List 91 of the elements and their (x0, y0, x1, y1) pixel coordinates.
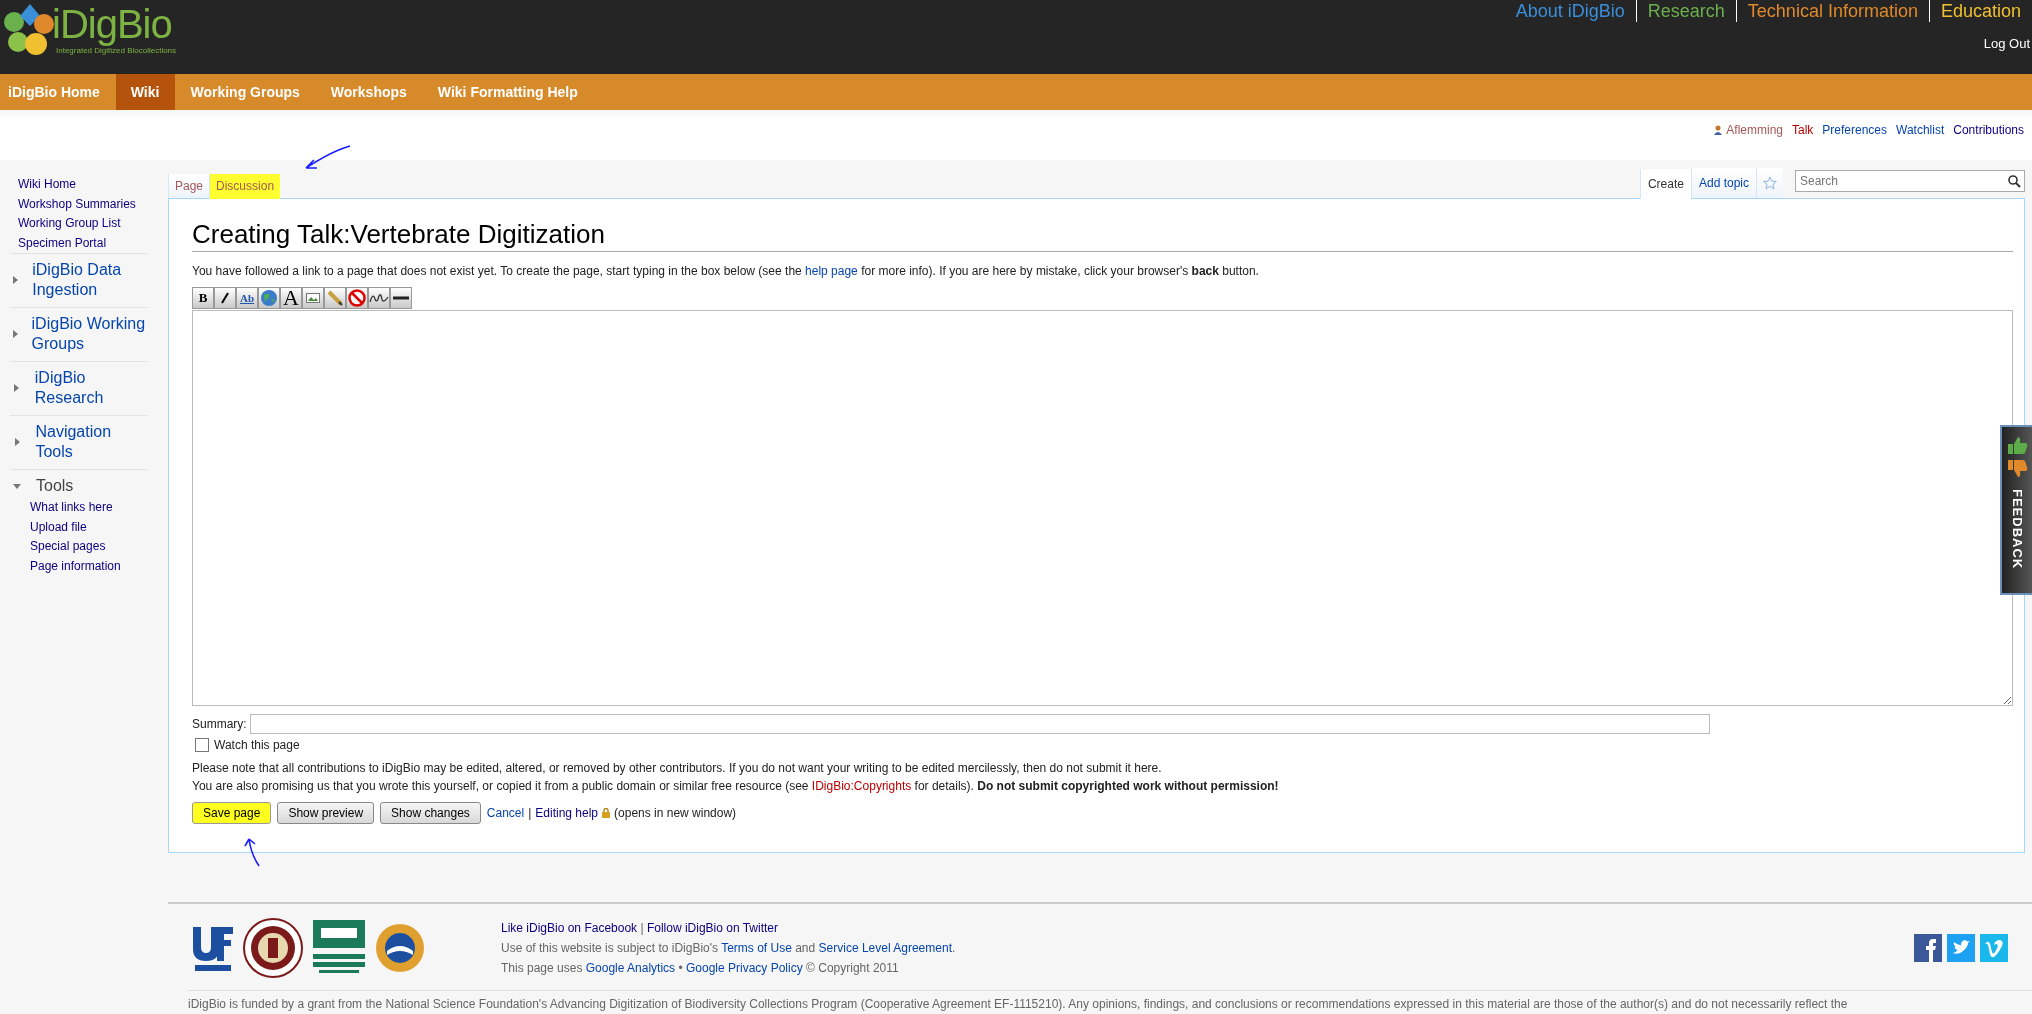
footer-text: © Copyright 2011 (805, 960, 899, 975)
portlet-toggle[interactable]: iDigBio Data Ingestion (10, 258, 148, 302)
footer-link[interactable]: Google Privacy Policy (686, 960, 803, 975)
separator: | (639, 920, 645, 935)
footer-text: and (794, 940, 817, 955)
horizontal-rule-button[interactable] (390, 287, 412, 309)
watch-label: Watch this page (214, 737, 300, 754)
top-nav-link[interactable]: Technical Information (1735, 0, 1929, 22)
italic-button[interactable] (214, 287, 236, 309)
logout-link[interactable]: Log Out (1983, 36, 2032, 51)
separator: | (528, 806, 532, 820)
footer-link[interactable]: Terms of Use (721, 940, 792, 955)
summary-label: Summary: (192, 717, 247, 731)
bold-button[interactable]: B (192, 287, 214, 309)
footer-link[interactable]: Like iDigBio on Facebook (501, 920, 638, 935)
sidebar-link[interactable]: Workshop Summaries (18, 194, 168, 214)
facebook-icon[interactable] (1914, 933, 1942, 962)
sidebar-link[interactable]: Wiki Home (18, 175, 168, 195)
top-nav-link[interactable]: Research (1635, 0, 1736, 22)
thumbs-up-icon (2006, 435, 2028, 455)
signature-button[interactable] (368, 287, 390, 309)
person-icon (1714, 125, 1723, 135)
footer-text: . (951, 940, 956, 955)
sidebar-link[interactable]: Upload file (30, 517, 148, 537)
user-link[interactable]: Contributions (1953, 123, 2024, 137)
lock-icon (602, 808, 611, 818)
external-link-button[interactable] (258, 287, 280, 309)
top-nav-link[interactable]: Education (1928, 0, 2032, 22)
pencil-icon (327, 290, 343, 306)
portlet-toggle[interactable]: Navigation Tools (10, 420, 148, 464)
sidebar-link[interactable]: Working Group List (18, 214, 168, 234)
portlet-toggle[interactable]: Tools (10, 474, 148, 498)
image-icon (306, 293, 320, 303)
signature-icon (369, 291, 389, 305)
site-logo-name[interactable]: iDigBio (52, 2, 177, 46)
bird-icon[interactable] (1947, 933, 1975, 962)
nowiki-button[interactable] (346, 287, 368, 309)
site-tagline: Integrated Digitized Biocollections (56, 46, 177, 55)
search-field[interactable]: Search (1795, 170, 2025, 192)
footer-link[interactable]: Google Analytics (585, 960, 676, 975)
image-button[interactable] (302, 287, 324, 309)
new-window-note: (opens in new window) (614, 806, 737, 820)
footer-text: This page uses (501, 960, 584, 975)
watch-checkbox[interactable] (195, 738, 209, 752)
footer-text: • (677, 960, 684, 975)
media-button[interactable] (324, 287, 346, 309)
seal-logo (243, 917, 303, 978)
main-nav-tab[interactable]: Wiki (115, 74, 176, 110)
page-tab[interactable]: Add topic (1690, 168, 1756, 198)
headline-button[interactable]: A (280, 287, 302, 309)
no-sign-icon (348, 289, 366, 307)
footer-text: Use of this website is subject to iDigBio's (501, 940, 720, 955)
search-icon[interactable] (2007, 174, 2021, 188)
funding-statement: iDigBio is funded by a grant from the National Science Foundation's Advancing Digitization of Biodiversity Collections Program (Cooperative Agreement EF-1115210). Any opinions, findings, and conclusions or recommendations expressed in this material are those of the author(s) and do not necessarily reflect the (188, 990, 2032, 1012)
page-heading: Creating Talk:Vertebrate Digitization (192, 217, 2013, 252)
editing-help-link[interactable]: Editing help (535, 806, 599, 820)
feedback-tab[interactable]: FEEDBACK (2000, 425, 2032, 595)
intro-text: You have followed a link to a page that does not exist yet. To create the page, start typing in the box below (see the help page for more info). If you are here by mistake, click your browser's back button. (192, 263, 1260, 280)
portlet-toggle[interactable]: iDigBio Working Groups (10, 312, 148, 356)
contribution-notice: Please note that all contributions to iDigBio may be edited, altered, or removed by other contributors. If you do not want your writing to be edited mercilessly, then do not submit it here. (192, 760, 1163, 777)
watch-star-button[interactable] (1756, 168, 1783, 198)
user-link[interactable]: Watchlist (1896, 123, 1945, 137)
page-tab[interactable]: Page (168, 174, 210, 198)
user-link[interactable]: Talk (1792, 123, 1814, 137)
vimeo-icon[interactable] (1980, 933, 2008, 962)
page-tab[interactable]: Discussion (209, 174, 281, 199)
top-nav-link[interactable]: About iDigBio (1504, 0, 1636, 22)
italic-icon (219, 292, 231, 304)
footer-link[interactable]: Service Level Agreement (818, 940, 952, 955)
form-button[interactable]: Show preview (277, 802, 375, 824)
thumbs-down-icon (2006, 459, 2028, 479)
copyrights-link[interactable]: IDigBio:Copyrights (811, 779, 912, 793)
portlet-toggle[interactable]: iDigBio Research (10, 366, 148, 410)
sidebar-link[interactable]: Specimen Portal (18, 233, 168, 253)
user-link[interactable]: Preferences (1822, 123, 1888, 137)
sidebar-link[interactable]: Special pages (30, 537, 148, 557)
star-icon (1763, 176, 1777, 190)
footer-link[interactable]: Follow iDigBio on Twitter (646, 920, 779, 935)
cancel-link[interactable]: Cancel (486, 806, 525, 820)
page-tab[interactable]: Create (1639, 169, 1691, 199)
summary-field[interactable] (249, 714, 1710, 734)
agency-logo (375, 922, 425, 973)
link-button[interactable]: Ab (236, 287, 258, 309)
sidebar-link[interactable]: What links here (30, 498, 148, 518)
form-button[interactable]: Show changes (380, 802, 481, 824)
user-link[interactable]: Aflemming (1714, 123, 1783, 137)
globe-icon (260, 289, 278, 307)
form-button[interactable]: Save page (192, 802, 272, 824)
copyright-notice: You are also promising us that you wrote this yourself, or copied it from a public domain or similar free resource (see IDigBio:Copyrights for details). Do not submit copyrighted work without permission! (192, 778, 1280, 795)
help-page-link[interactable]: help page (805, 264, 858, 278)
sidebar-link[interactable]: Page information (30, 556, 148, 576)
